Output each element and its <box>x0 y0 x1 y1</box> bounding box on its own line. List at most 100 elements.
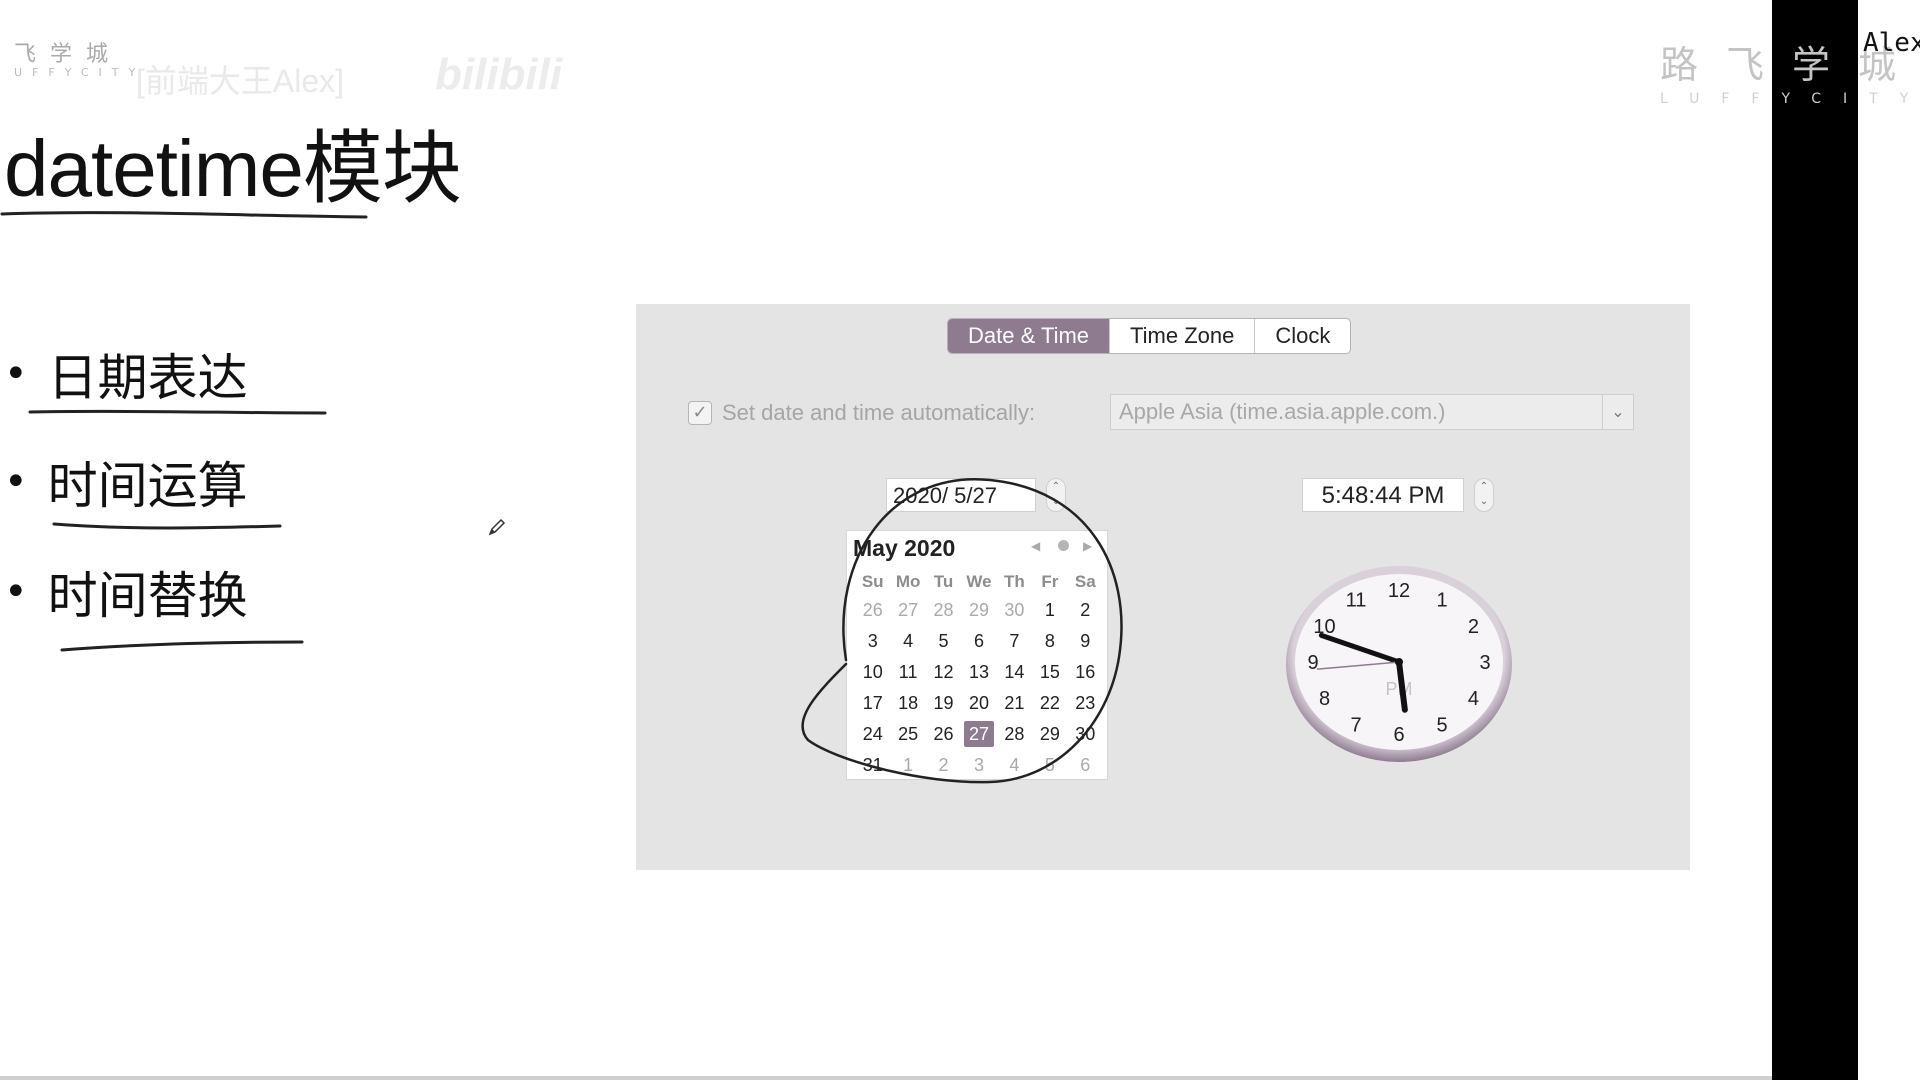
calendar-weekday-header: Mo <box>895 572 921 591</box>
calendar-day-label: 18 <box>898 693 919 713</box>
calendar-day[interactable]: 6 <box>1068 750 1103 781</box>
calendar-weekday-header: Tu <box>933 572 954 591</box>
calendar-day-label: 15 <box>1039 662 1060 682</box>
calendar-day[interactable]: 14 <box>997 657 1032 688</box>
calendar-day[interactable]: 26 <box>926 719 961 750</box>
calendar-day[interactable]: 22 <box>1032 688 1067 719</box>
auto-time-row: ✓ Set date and time automatically: <box>688 400 1035 426</box>
calendar-day[interactable]: 23 <box>1068 688 1103 719</box>
calendar-day[interactable]: 29 <box>961 595 996 626</box>
calendar-day-label: 3 <box>973 755 984 775</box>
calendar-day[interactable]: 21 <box>997 688 1032 719</box>
calendar-day[interactable]: 19 <box>926 688 961 719</box>
stepper-down-icon[interactable]: ⌄ <box>1480 496 1488 507</box>
calendar-day[interactable]: 28 <box>926 595 961 626</box>
calendar-day-label: 19 <box>933 693 954 713</box>
clock-numeral: 9 <box>1307 652 1318 674</box>
black-margin <box>1772 0 1858 1080</box>
slide-title: datetime模块 <box>4 124 462 213</box>
calendar-day-label: 13 <box>968 662 989 682</box>
calendar-day-label: 16 <box>1075 662 1096 682</box>
stepper-up-icon[interactable]: ⌃ <box>1480 481 1488 492</box>
calendar-day[interactable]: 1 <box>1032 595 1067 626</box>
auto-time-checkbox[interactable]: ✓ <box>688 401 712 425</box>
calendar-day[interactable]: 20 <box>961 688 996 719</box>
tab-time-zone[interactable]: Time Zone <box>1110 319 1256 353</box>
calendar-day[interactable]: 3 <box>961 750 996 781</box>
bullet-text: 日期表达 <box>47 349 248 407</box>
tab-clock[interactable]: Clock <box>1255 319 1350 353</box>
calendar-day-label: 29 <box>968 600 989 620</box>
stepper-down-icon[interactable]: ⌄ <box>1052 496 1060 507</box>
date-field[interactable]: 2020/ 5/27 <box>886 478 1036 512</box>
calendar-day[interactable]: 27 <box>961 719 996 750</box>
calendar-day[interactable]: 2 <box>1068 595 1103 626</box>
calendar-day[interactable]: 8 <box>1032 626 1067 657</box>
calendar-day[interactable]: 18 <box>890 688 925 719</box>
date-stepper[interactable]: ⌃ ⌄ <box>1046 478 1066 512</box>
auto-time-label: Set date and time automatically: <box>722 400 1036 425</box>
watermark-logo-left: 飞学城 UFFYCITY <box>14 36 145 79</box>
calendar-day-label: 22 <box>1039 693 1060 713</box>
calendar-day[interactable]: 13 <box>961 657 996 688</box>
calendar-month-label: May 2020 <box>853 535 956 561</box>
time-server-select[interactable]: Apple Asia (time.asia.apple.com.) ⌄ <box>1110 394 1634 430</box>
bullet-item: • 时间替换 <box>4 556 248 628</box>
clock-numeral: 7 <box>1350 714 1361 736</box>
calendar-day[interactable]: 30 <box>1068 719 1103 750</box>
calendar-day[interactable]: 29 <box>1032 719 1067 750</box>
calendar-day[interactable]: 24 <box>855 719 890 750</box>
stepper-up-icon[interactable]: ⌃ <box>1052 481 1060 492</box>
calendar-day[interactable]: 30 <box>997 595 1032 626</box>
calendar-day-label: 26 <box>933 724 954 744</box>
calendar-day[interactable]: 25 <box>890 719 925 750</box>
calendar-prev-icon[interactable]: ◀ <box>1031 539 1040 553</box>
calendar-day-label: 3 <box>867 631 878 651</box>
calendar-weekday-header: Sa <box>1074 572 1096 591</box>
calendar-day-label: 21 <box>1004 693 1025 713</box>
calendar-day[interactable]: 31 <box>855 750 890 781</box>
calendar-day[interactable]: 4 <box>997 750 1032 781</box>
calendar-day-label: 5 <box>1044 755 1055 775</box>
time-stepper[interactable]: ⌃ ⌄ <box>1474 478 1494 512</box>
clock-center-pin <box>1395 658 1403 666</box>
calendar-day[interactable]: 12 <box>926 657 961 688</box>
calendar-day[interactable]: 15 <box>1032 657 1067 688</box>
clock-numeral: 4 <box>1468 688 1479 710</box>
calendar-day[interactable]: 26 <box>855 595 890 626</box>
calendar-day-label: 23 <box>1075 693 1096 713</box>
pen-cursor-icon <box>486 516 508 542</box>
time-field[interactable]: 5:48:44 PM <box>1302 478 1464 512</box>
calendar-day[interactable]: 4 <box>890 626 925 657</box>
calendar-grid: Su Mo Tu We Th Fr Sa 26 27 28 29 30 1 2 3 4 5 6 7 8 9 10 11 12 1… <box>855 569 1103 781</box>
calendar-day-label: 17 <box>862 693 883 713</box>
bullet-text: 时间替换 <box>47 567 248 625</box>
calendar-day[interactable]: 5 <box>1032 750 1067 781</box>
clock-numeral: 12 <box>1388 580 1410 602</box>
calendar-day[interactable]: 5 <box>926 626 961 657</box>
calendar-day[interactable]: 2 <box>926 750 961 781</box>
calendar-day[interactable]: 27 <box>890 595 925 626</box>
clock-numeral: 6 <box>1393 724 1404 746</box>
bottom-bar <box>0 1076 1772 1080</box>
calendar-day[interactable]: 11 <box>890 657 925 688</box>
calendar-day[interactable]: 9 <box>1068 626 1103 657</box>
calendar-day[interactable]: 10 <box>855 657 890 688</box>
calendar-day-label: 14 <box>1004 662 1025 682</box>
calendar-day[interactable]: 17 <box>855 688 890 719</box>
calendar-day[interactable]: 6 <box>961 626 996 657</box>
calendar-day-label: 28 <box>1004 724 1025 744</box>
tab-date-time[interactable]: Date & Time <box>948 319 1111 353</box>
calendar-day[interactable]: 7 <box>997 626 1032 657</box>
calendar-weekday-header: Th <box>1004 572 1025 591</box>
calendar-day[interactable]: 1 <box>890 750 925 781</box>
bullet-item: • 日期表达 <box>4 338 248 410</box>
calendar-day[interactable]: 16 <box>1068 657 1103 688</box>
calendar-weekday-header: Su <box>861 572 884 591</box>
chevron-down-icon[interactable]: ⌄ <box>1602 395 1633 429</box>
calendar-day[interactable]: 28 <box>997 719 1032 750</box>
calendar-today-icon[interactable] <box>1058 540 1069 551</box>
calendar-day-label: 12 <box>933 662 954 682</box>
calendar-day[interactable]: 3 <box>855 626 890 657</box>
calendar-next-icon[interactable]: ▶ <box>1083 539 1092 553</box>
